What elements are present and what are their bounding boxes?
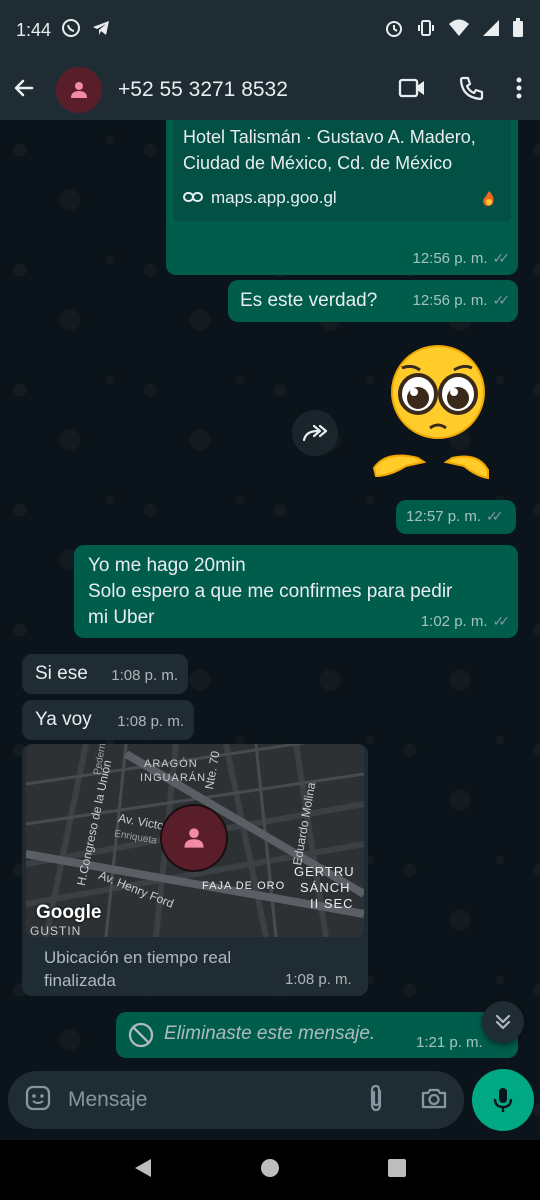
map-label: SÁNCH	[300, 880, 351, 895]
read-ticks-icon: ✓✓	[492, 292, 511, 308]
forward-icon	[302, 424, 328, 442]
read-ticks-icon: ✓✓	[486, 508, 504, 524]
nav-recents-icon[interactable]	[387, 1158, 407, 1183]
map-label: GERTRU	[294, 864, 355, 879]
sticker-time-badge: 12:57 p. m. ✓✓	[396, 500, 516, 534]
voice-message-button[interactable]	[472, 1069, 534, 1131]
message-text: Si ese	[35, 663, 88, 684]
message-text: Es este verdad?	[240, 290, 378, 311]
message-bubble[interactable]: Es este verdad? 12:56 p. m. ✓✓	[228, 280, 518, 322]
person-icon	[184, 828, 204, 848]
message-composer: Mensaje	[8, 1071, 464, 1129]
contact-avatar[interactable]	[56, 67, 102, 113]
signal-icon	[482, 19, 500, 42]
wifi-icon	[448, 18, 470, 43]
message-time: 12:56 p. m. ✓✓	[412, 292, 511, 309]
telegram-notification-icon	[91, 18, 111, 43]
map-label: II SEC	[310, 896, 354, 911]
link-title: Hotel Talismán · Gustavo A. Madero, Ciud…	[183, 124, 503, 176]
forward-button[interactable]	[292, 410, 338, 456]
message-bubble[interactable]: Si ese 1:08 p. m.	[22, 654, 188, 694]
caption-line: finalizada	[44, 971, 116, 990]
read-ticks-icon: ✓✓	[492, 613, 511, 629]
caption-line: Ubicación en tiempo real	[44, 948, 232, 967]
video-call-icon[interactable]	[398, 77, 426, 104]
attach-icon[interactable]	[366, 1083, 386, 1118]
scroll-to-bottom-button[interactable]	[482, 1001, 524, 1043]
vibrate-icon	[416, 18, 436, 43]
deleted-message[interactable]: Eliminaste este mensaje. 1:21 p. m.	[116, 1012, 518, 1058]
message-time: 1:08 p. m.	[117, 713, 184, 730]
message-line: Yo me hago 20min	[88, 555, 246, 576]
message-line: Solo espero a que me confirmes para pedi…	[88, 581, 453, 602]
status-time: 1:44	[16, 19, 52, 40]
battery-icon	[512, 17, 524, 43]
link-title-line2: Ciudad de México, Cd. de México	[183, 153, 453, 173]
message-bubble[interactable]: Yo me hago 20min Solo espero a que me co…	[74, 545, 518, 638]
map-label: INGUARÁN	[140, 772, 207, 784]
whatsapp-notification-icon	[61, 18, 81, 43]
double-chevron-down-icon	[495, 1014, 511, 1030]
read-ticks-icon: ✓✓	[492, 250, 511, 266]
link-url-row: maps.app.goo.gl	[183, 188, 337, 208]
message-bubble[interactable]: Ya voy 1:08 p. m.	[22, 700, 194, 740]
location-map[interactable]: ARAGÓN INGUARÁN Pedernal H.Congreso de l…	[26, 744, 364, 937]
nav-home-icon[interactable]	[260, 1158, 280, 1183]
sticker-icon[interactable]	[24, 1084, 52, 1117]
link-preview-card[interactable]: Hotel Talismán · Gustavo A. Madero, Ciud…	[173, 120, 511, 222]
system-navigation-bar	[0, 1140, 540, 1200]
contact-name[interactable]: +52 55 3271 8532	[118, 78, 288, 102]
more-options-icon[interactable]	[516, 76, 522, 105]
blocked-icon	[128, 1022, 154, 1053]
message-text: Ya voy	[35, 709, 92, 730]
message-time: 12:57 p. m. ✓✓	[406, 508, 504, 525]
message-input[interactable]: Mensaje	[68, 1088, 366, 1112]
message-time: 1:08 p. m.	[285, 971, 352, 988]
deleted-text: Eliminaste este mensaje.	[164, 1023, 376, 1044]
map-label: FAJA DE ORO	[202, 880, 286, 892]
camera-icon[interactable]	[420, 1086, 448, 1115]
link-url[interactable]: maps.app.goo.gl	[211, 188, 337, 208]
link-title-line1: Hotel Talismán · Gustavo A. Madero,	[183, 127, 476, 147]
nav-back-icon[interactable]	[133, 1157, 153, 1184]
alarm-icon	[384, 18, 404, 43]
map-label: ARAGÓN	[144, 758, 198, 770]
pleading-face-sticker	[372, 345, 489, 480]
google-logo: Google	[36, 902, 102, 923]
phone-call-icon[interactable]	[458, 75, 484, 106]
location-avatar-pin	[160, 804, 228, 872]
message-text: Yo me hago 20min Solo espero a que me co…	[88, 553, 452, 631]
chat-header: +52 55 3271 8532	[0, 60, 540, 120]
message-line: mi Uber	[88, 607, 155, 628]
message-time: 1:02 p. m. ✓✓	[420, 613, 511, 630]
microphone-icon	[493, 1088, 513, 1112]
chat-area[interactable]: Hotel Talismán · Gustavo A. Madero, Ciud…	[0, 120, 540, 1132]
person-icon	[71, 82, 87, 98]
live-location-caption: Ubicación en tiempo real finalizada	[44, 946, 231, 992]
message-time: 1:21 p. m.	[416, 1034, 483, 1051]
link-icon	[183, 188, 203, 208]
maps-favicon-icon	[481, 190, 497, 213]
status-bar: 1:44	[0, 0, 540, 60]
back-arrow-icon[interactable]	[12, 76, 36, 105]
link-time: 12:56 p. m. ✓✓	[412, 250, 511, 267]
sticker-message[interactable]	[366, 342, 496, 490]
map-label: GUSTIN	[30, 924, 82, 937]
link-preview-message[interactable]: Hotel Talismán · Gustavo A. Madero, Ciud…	[166, 120, 518, 275]
message-time: 1:08 p. m.	[111, 667, 178, 684]
